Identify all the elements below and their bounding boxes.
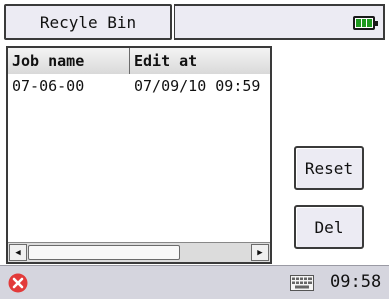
battery-full-icon: [353, 16, 378, 30]
scroll-right-arrow-icon[interactable]: ▶: [251, 244, 269, 261]
window-title: Recyle Bin: [39, 12, 137, 32]
column-header-job-name[interactable]: Job name: [8, 48, 130, 74]
delete-button[interactable]: Del: [294, 205, 364, 249]
close-icon[interactable]: [8, 273, 28, 293]
reset-button[interactable]: Reset: [294, 146, 364, 190]
title-tab: Recyle Bin: [4, 4, 172, 40]
job-name-cell: 07-06-00: [12, 77, 85, 95]
horizontal-scrollbar[interactable]: ◀ ▶: [8, 242, 270, 262]
title-bar-status-area: [174, 4, 385, 40]
scroll-left-arrow-icon[interactable]: ◀: [9, 244, 27, 261]
edit-at-cell: 07/09/10 09:59: [134, 77, 261, 95]
list-row[interactable]: 07-06-00 07/09/10 09:59: [8, 75, 270, 97]
title-bar: Recyle Bin: [0, 0, 389, 44]
column-header-edit-at[interactable]: Edit at: [130, 48, 270, 74]
job-list[interactable]: Job name Edit at 07-06-00 07/09/10 09:59…: [6, 46, 272, 264]
keyboard-icon[interactable]: [290, 275, 314, 291]
bottom-status-bar: 09:58: [0, 265, 389, 299]
scrollbar-thumb[interactable]: [28, 245, 180, 260]
list-rows: 07-06-00 07/09/10 09:59: [8, 75, 270, 239]
clock: 09:58: [330, 272, 382, 292]
recycle-bin-screen: Recyle Bin Job name Edit at 07-06-00 07/…: [0, 0, 389, 299]
list-header: Job name Edit at: [8, 48, 270, 74]
